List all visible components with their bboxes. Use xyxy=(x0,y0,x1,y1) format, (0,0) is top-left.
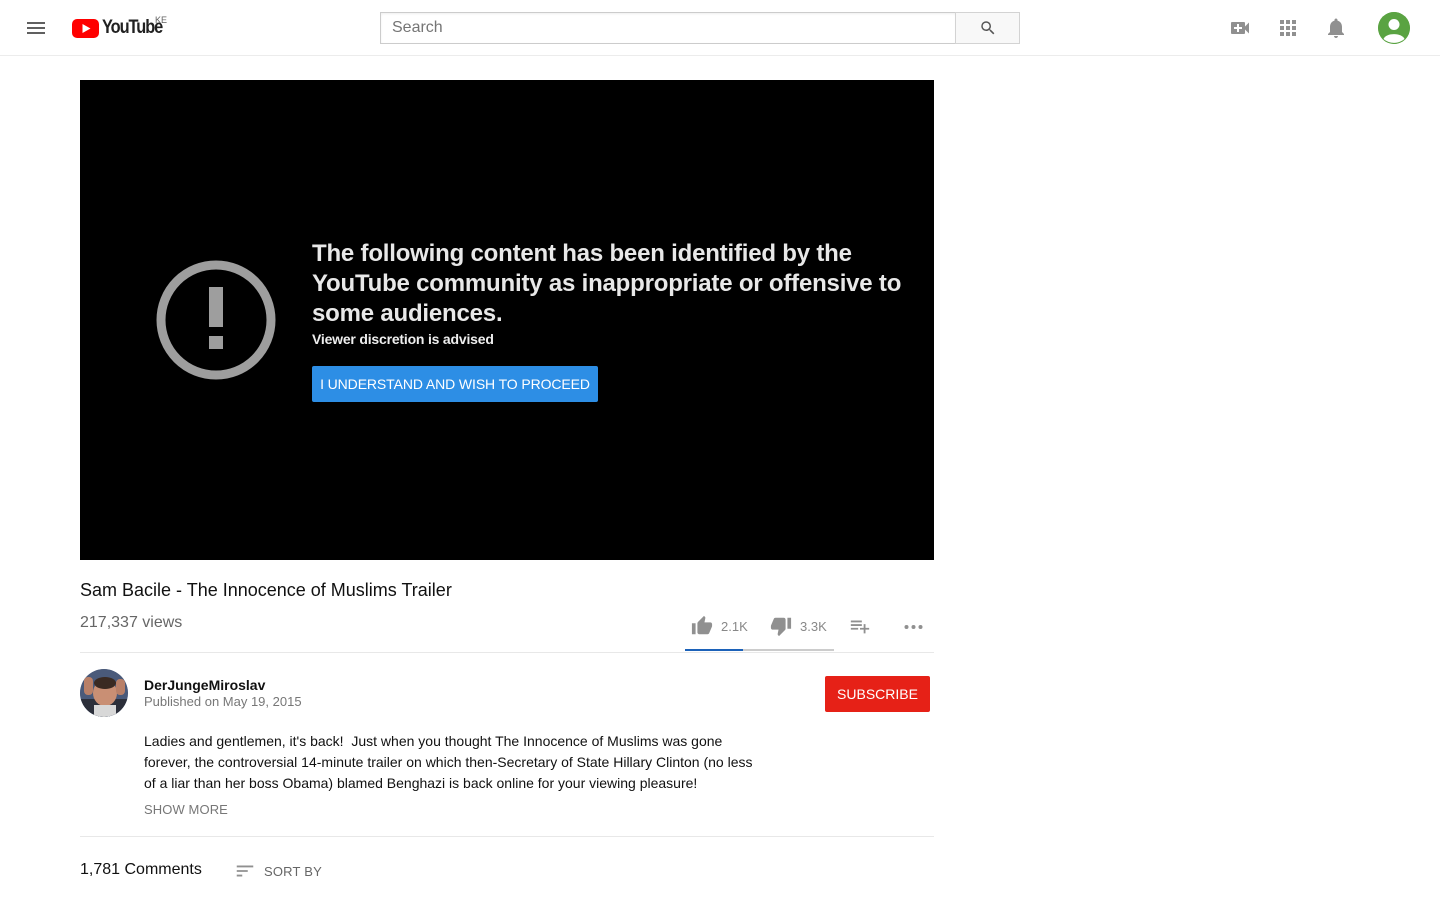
view-count: 217,337 views xyxy=(80,614,183,631)
masthead: YouTube KE xyxy=(0,0,1440,56)
more-actions-button[interactable] xyxy=(902,614,926,638)
sentiment-bar xyxy=(685,649,834,651)
apps-grid-icon[interactable] xyxy=(1276,16,1300,40)
menu-icon[interactable] xyxy=(24,16,48,40)
account-avatar[interactable] xyxy=(1378,12,1410,44)
add-to-playlist-button[interactable] xyxy=(849,614,871,638)
warning-exclamation-icon xyxy=(155,259,277,381)
search-icon xyxy=(980,21,994,35)
playlist-add-icon xyxy=(850,620,870,634)
thumbs-up-icon xyxy=(691,615,713,635)
search-input[interactable] xyxy=(380,12,956,44)
thumbs-down-icon xyxy=(770,617,792,637)
divider xyxy=(80,836,934,837)
upload-video-icon[interactable] xyxy=(1228,16,1252,40)
more-horizontal-icon xyxy=(904,625,923,629)
channel-name[interactable]: DerJungeMiroslav xyxy=(144,677,265,693)
channel-avatar[interactable] xyxy=(80,669,128,717)
sort-by-button[interactable]: SORT BY xyxy=(234,860,322,882)
like-button[interactable]: 2.1K xyxy=(691,614,748,638)
sort-by-label: SORT BY xyxy=(264,863,322,879)
logo-text: YouTube xyxy=(102,17,163,38)
notifications-bell-icon[interactable] xyxy=(1324,16,1348,40)
comments-count: 1,781 Comments xyxy=(80,861,202,878)
subscribe-button[interactable]: SUBSCRIBE xyxy=(825,676,930,712)
video-title: Sam Bacile - The Innocence of Muslims Tr… xyxy=(80,580,452,600)
like-count: 2.1K xyxy=(721,618,748,634)
publish-date: Published on May 19, 2015 xyxy=(144,694,302,709)
viewer-discretion-text: Viewer discretion is advised xyxy=(312,331,494,347)
country-code: KE xyxy=(155,15,168,25)
dislike-button[interactable]: 3.3K xyxy=(770,614,827,638)
youtube-play-icon xyxy=(72,18,99,38)
video-player[interactable]: The following content has been identifie… xyxy=(80,80,934,560)
divider xyxy=(80,652,934,653)
youtube-logo[interactable]: YouTube KE xyxy=(72,15,172,40)
sort-icon xyxy=(236,865,254,877)
dislike-count: 3.3K xyxy=(800,618,827,634)
video-description: Ladies and gentlemen, it's back! Just wh… xyxy=(144,733,757,791)
show-more-button[interactable]: SHOW MORE xyxy=(144,802,228,817)
content-warning-title: The following content has been identifie… xyxy=(312,240,902,327)
search-button[interactable] xyxy=(955,12,1020,44)
sentiment-like-fill xyxy=(685,649,744,651)
proceed-button[interactable]: I UNDERSTAND AND WISH TO PROCEED xyxy=(312,366,598,402)
